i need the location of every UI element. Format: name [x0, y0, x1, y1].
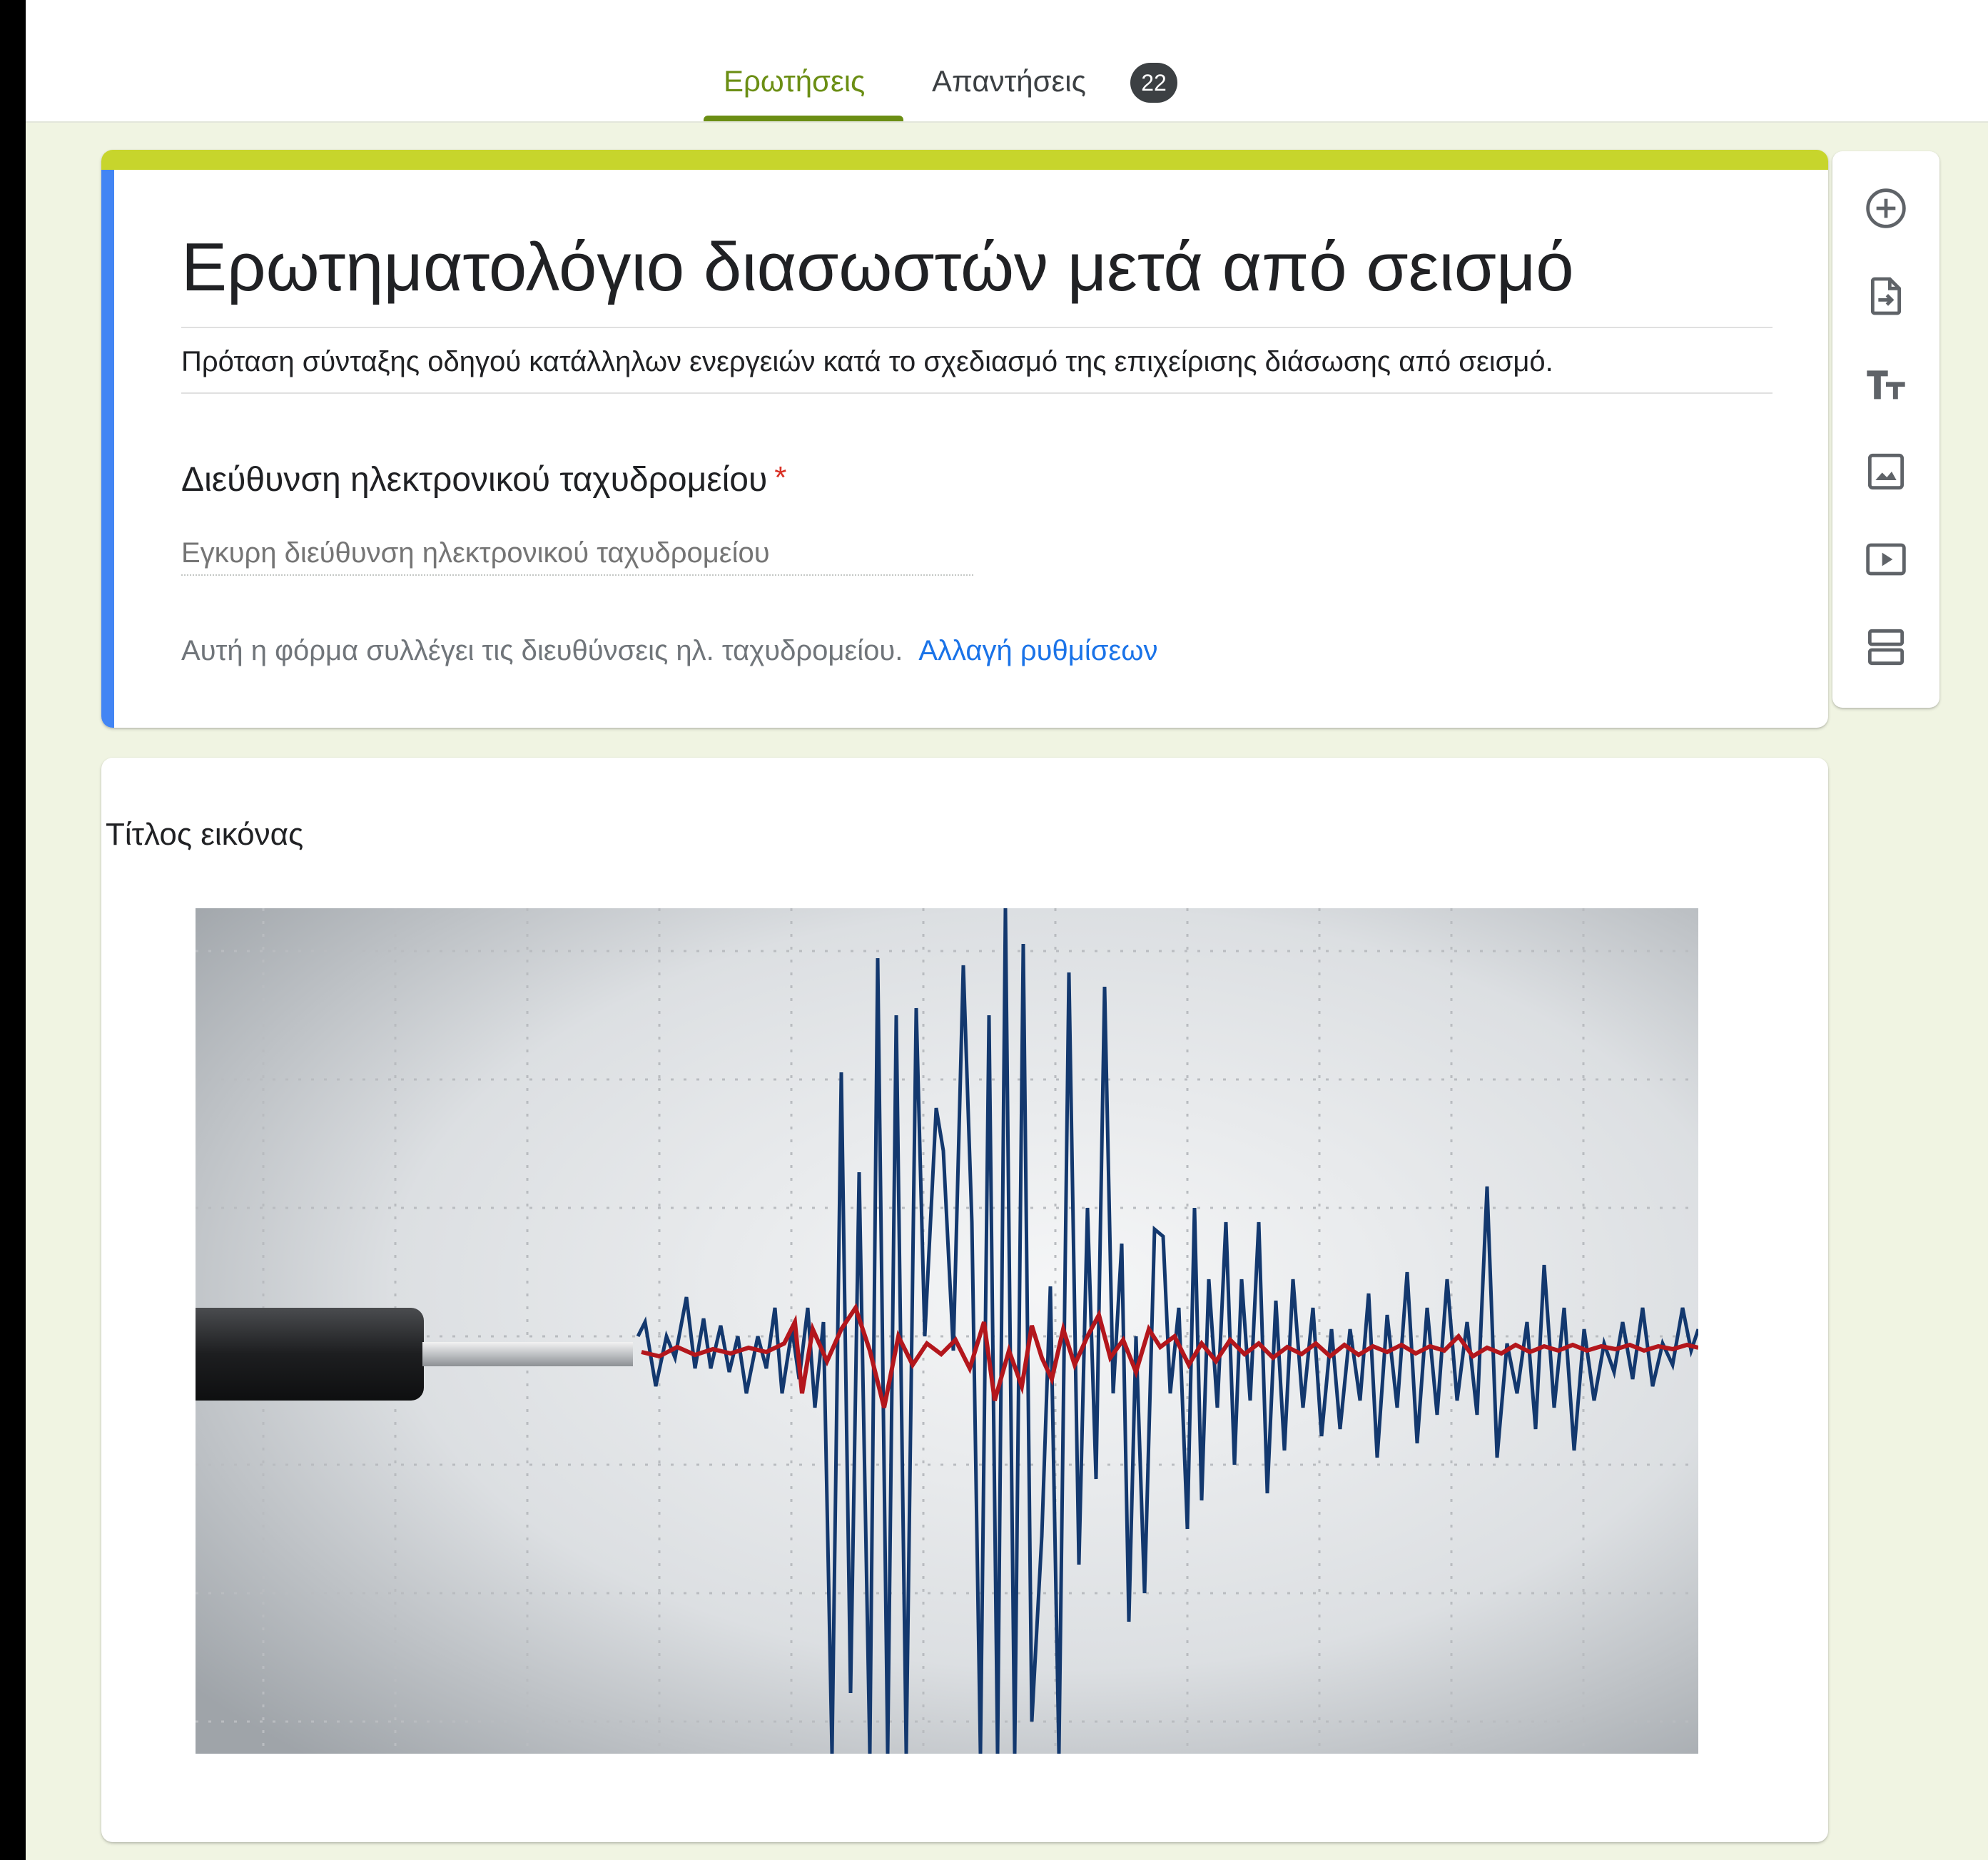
image-icon — [1867, 453, 1905, 490]
form-description[interactable]: Πρόταση σύνταξης οδηγού κατάλληλων ενεργ… — [181, 346, 1773, 394]
collect-note-text: Αυτή η φόρμα συλλέγει τις διευθύνσεις ηλ… — [181, 635, 903, 666]
seismograph-image — [196, 908, 1698, 1754]
video-icon — [1866, 543, 1906, 576]
import-questions-icon — [1870, 277, 1902, 315]
responses-count-badge: 22 — [1130, 63, 1177, 103]
add-title-button[interactable] — [1852, 350, 1920, 418]
add-circle-icon — [1866, 188, 1906, 228]
email-input[interactable] — [181, 532, 973, 576]
add-video-button[interactable] — [1852, 525, 1920, 594]
tab-questions[interactable]: Ερωτήσεις — [724, 64, 865, 98]
add-question-button[interactable] — [1852, 174, 1920, 243]
active-tab-indicator — [704, 116, 903, 121]
tab-responses[interactable]: Απαντήσεις — [932, 64, 1086, 98]
email-question-label: Διεύθυνση ηλεκτρονικού ταχυδρομείου * — [181, 460, 786, 499]
forms-editor: Ερωτήσεις Απαντήσεις 22 Ερωτηματολόγιο δ… — [26, 0, 1988, 1860]
form-title[interactable]: Ερωτηματολόγιο διασωστών μετά από σεισμό — [181, 228, 1773, 328]
import-questions-button[interactable] — [1852, 262, 1920, 330]
change-settings-link[interactable]: Αλλαγή ρυθμίσεων — [918, 635, 1157, 666]
collect-email-note: Αυτή η φόρμα συλλέγει τις διευθύνσεις ηλ… — [181, 635, 1157, 667]
top-tab-bar: Ερωτήσεις Απαντήσεις 22 — [26, 0, 1988, 123]
image-title[interactable]: Τίτλος εικόνας — [106, 817, 303, 853]
section-icon — [1867, 629, 1905, 666]
floating-toolbar — [1832, 151, 1939, 708]
title-text-icon — [1867, 370, 1905, 400]
form-header-content: Ερωτηματολόγιο διασωστών μετά από σεισμό… — [101, 150, 1828, 728]
add-image-button[interactable] — [1852, 437, 1920, 506]
add-section-button[interactable] — [1852, 613, 1920, 681]
email-question-text: Διεύθυνση ηλεκτρονικού ταχυδρομείου — [181, 461, 768, 499]
required-asterisk: * — [774, 460, 787, 495]
